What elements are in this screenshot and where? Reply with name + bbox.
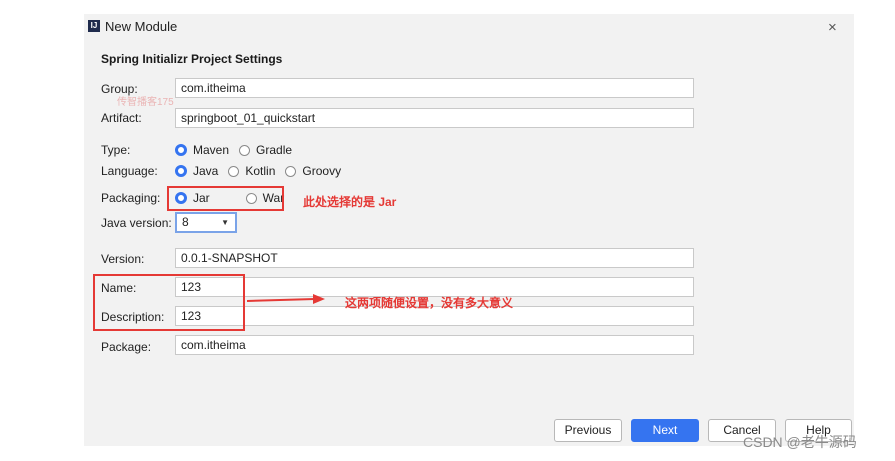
type-option-label: Maven bbox=[193, 143, 230, 157]
new-module-dialog: IJ New Module × Spring Initializr Projec… bbox=[84, 14, 854, 446]
type-option-label: Gradle bbox=[256, 143, 293, 157]
java-version-value: 8 bbox=[182, 215, 189, 229]
language-option-kotlin[interactable]: Kotlin bbox=[228, 164, 275, 178]
group-field[interactable]: com.itheima bbox=[175, 78, 694, 98]
artifact-label: Artifact: bbox=[101, 111, 142, 125]
annotation-arrow-icon bbox=[247, 294, 325, 304]
java-version-label: Java version: bbox=[101, 216, 172, 230]
type-option-gradle[interactable]: Gradle bbox=[239, 143, 292, 157]
java-version-select[interactable]: 8 ▼ bbox=[175, 212, 237, 233]
next-button[interactable]: Next bbox=[631, 419, 699, 442]
language-option-label: Groovy bbox=[302, 164, 342, 178]
dialog-titlebar: IJ New Module × bbox=[84, 14, 854, 40]
csdn-watermark: CSDN @老牛源码 bbox=[743, 434, 857, 450]
previous-button[interactable]: Previous bbox=[554, 419, 622, 442]
type-label: Type: bbox=[101, 143, 131, 157]
language-option-java[interactable]: Java bbox=[175, 164, 218, 178]
type-option-maven[interactable]: Maven bbox=[175, 143, 229, 157]
chevron-down-icon: ▼ bbox=[221, 218, 229, 227]
radio-unselected-icon bbox=[285, 165, 297, 177]
name-description-highlight-box bbox=[93, 274, 245, 331]
radio-unselected-icon bbox=[239, 144, 251, 156]
package-label: Package: bbox=[101, 340, 152, 354]
name-description-annotation: 这两项随便设置，没有多大意义 bbox=[345, 296, 514, 310]
language-radio-group: Java Kotlin Groovy bbox=[175, 162, 351, 180]
packaging-label: Packaging: bbox=[101, 191, 161, 205]
packaging-annotation: 此处选择的是 Jar bbox=[303, 195, 397, 209]
dialog-title: New Module bbox=[105, 19, 178, 34]
packaging-highlight-box bbox=[167, 186, 284, 211]
intellij-icon: IJ bbox=[88, 20, 100, 32]
language-option-label: Java bbox=[193, 164, 219, 178]
language-option-label: Kotlin bbox=[245, 164, 276, 178]
radio-unselected-icon bbox=[228, 165, 240, 177]
package-field[interactable]: com.itheima bbox=[175, 335, 694, 355]
radio-selected-icon bbox=[175, 165, 187, 177]
radio-selected-icon bbox=[175, 144, 187, 156]
version-label: Version: bbox=[101, 252, 145, 266]
watermark-small: 传智播客175 bbox=[117, 97, 174, 108]
close-icon[interactable]: × bbox=[828, 19, 837, 36]
type-radio-group: Maven Gradle bbox=[175, 141, 302, 159]
section-title: Spring Initializr Project Settings bbox=[101, 52, 283, 66]
version-field[interactable]: 0.0.1-SNAPSHOT bbox=[175, 248, 694, 268]
language-option-groovy[interactable]: Groovy bbox=[285, 164, 341, 178]
language-label: Language: bbox=[101, 164, 158, 178]
artifact-field[interactable]: springboot_01_quickstart bbox=[175, 108, 694, 128]
